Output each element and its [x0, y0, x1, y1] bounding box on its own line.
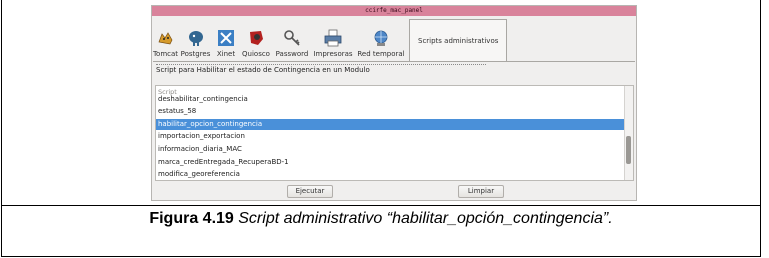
execute-button[interactable]: Ejecutar [287, 185, 333, 198]
list-item-selected[interactable]: habilitar_opcion_contingencia [156, 119, 626, 130]
xinet-icon [218, 30, 234, 46]
tab-postgres[interactable]: Postgres [178, 22, 213, 61]
caption-divider [1, 205, 761, 206]
tab-scripts-administrativos[interactable]: Scripts administrativos [409, 19, 508, 61]
tab-label: Red temporal [357, 50, 405, 58]
tomcat-icon [158, 32, 172, 45]
tab-password[interactable]: Password [273, 22, 311, 61]
postgres-elephant-icon [188, 31, 203, 46]
tab-label: Password [275, 50, 309, 58]
tab-impresoras[interactable]: Impresoras [311, 22, 355, 61]
window-title: ccirfe_mac_panel [152, 6, 636, 16]
scrollbar-thumb[interactable] [626, 136, 631, 164]
key-icon [284, 30, 300, 46]
list-item[interactable]: modifica_georeferencia [156, 169, 626, 180]
list-item[interactable]: marca_credEntregada_RecuperaBD-1 [156, 157, 626, 168]
app-window: ccirfe_mac_panel Tomcat Postgres Xinet Q… [151, 5, 637, 201]
quiosco-icon [250, 31, 263, 45]
printer-icon [324, 29, 342, 47]
caption-label: Figura 4.19 [149, 210, 234, 227]
clear-button[interactable]: Limpiar [458, 185, 504, 198]
network-globe-icon [374, 30, 388, 46]
list-item[interactable]: informacion_diaria_MAC [156, 144, 626, 155]
tab-quiosco[interactable]: Quiosco [239, 22, 273, 61]
list-item[interactable]: estatus_58 [156, 106, 626, 117]
tab-tomcat[interactable]: Tomcat [153, 22, 178, 61]
list-scrollbar[interactable] [624, 86, 633, 180]
tab-bar: Tomcat Postgres Xinet Quiosco Password I… [153, 17, 635, 62]
list-item[interactable]: deshabilitar_contingencia [156, 94, 626, 105]
tab-red-temporal[interactable]: Red temporal [355, 22, 407, 61]
separator [156, 64, 486, 65]
tab-label: Xinet [216, 50, 236, 58]
tab-label: Quiosco [242, 50, 270, 58]
figure-caption: Figura 4.19 Script administrativo “habil… [0, 210, 762, 228]
tab-label: Scripts administrativos [418, 36, 499, 45]
script-description: Script para Habilitar el estado de Conti… [156, 66, 370, 74]
script-list[interactable]: Script deshabilitar_contingencia estatus… [155, 85, 634, 181]
tab-label: Postgres [180, 50, 211, 58]
list-item[interactable]: importacion_exportacion [156, 131, 626, 142]
tab-label: Tomcat [152, 50, 179, 58]
caption-text: Script administrativo “habilitar_opción_… [233, 210, 613, 227]
tab-label: Impresoras [313, 50, 353, 58]
tab-xinet[interactable]: Xinet [213, 22, 239, 61]
